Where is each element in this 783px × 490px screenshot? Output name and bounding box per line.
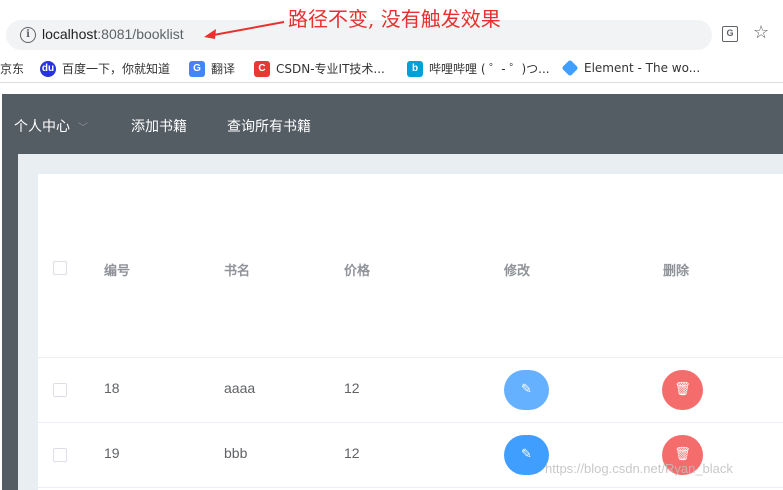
book-table: 编号 书名 价格 修改 删除 18 aaaa 12 ✎ 🗑 19 bbb 12 … [38, 174, 783, 490]
element-icon [561, 59, 579, 77]
bookmark-csdn[interactable]: C CSDN-专业IT技术... [254, 60, 385, 77]
url-path: :8081/booklist [97, 26, 184, 42]
csdn-icon: C [254, 60, 270, 77]
bookmark-bilibili[interactable]: b 哔哩哔哩 ( ゜- ゜)つ... [407, 60, 550, 77]
cell-id: 19 [104, 445, 120, 461]
bookmark-element[interactable]: Element - The wo... [561, 59, 701, 77]
table-header: 编号 书名 价格 修改 删除 [38, 174, 783, 358]
bookmark-label: 翻译 [211, 62, 236, 76]
url-text[interactable]: localhost:8081/booklist [42, 26, 184, 42]
table-row: 19 bbb 12 ✎ 🗑 [38, 423, 783, 488]
select-all-checkbox[interactable] [53, 261, 67, 275]
bilibili-icon: b [407, 60, 423, 77]
delete-icon: 🗑 [674, 447, 691, 462]
cell-name: bbb [224, 445, 248, 461]
cell-price: 12 [344, 445, 360, 461]
screenshot: i localhost:8081/booklist G ☆ 路径不变, 没有触发… [0, 0, 783, 490]
bookmark-baidu[interactable]: du 百度一下，你就知道 [40, 60, 170, 77]
row-checkbox[interactable] [53, 448, 67, 462]
url-host: localhost [42, 26, 98, 42]
nav-personal-center[interactable]: 个人中心 ﹀ [14, 116, 88, 136]
cell-price: 12 [344, 380, 360, 396]
delete-button[interactable]: 🗑 [662, 370, 703, 410]
annotation-text: 路径不变, 没有触发效果 [288, 7, 501, 31]
bookmark-translate[interactable]: G 翻译 [189, 60, 235, 77]
annotation-arrow-icon [204, 21, 285, 39]
nav-label: 添加书籍 [131, 119, 187, 135]
bookmark-label: 哔哩哔哩 ( ゜- ゜)つ... [429, 62, 550, 76]
nav-label: 查询所有书籍 [227, 119, 311, 135]
bookmark-label: CSDN-专业IT技术... [276, 62, 385, 76]
app-navbar: 个人中心 ﹀ 添加书籍 查询所有书籍 [2, 94, 783, 154]
bookmark-label: 京东 [0, 62, 25, 76]
nav-add-book[interactable]: 添加书籍 [131, 116, 187, 136]
header-edit: 修改 [504, 264, 531, 279]
header-delete: 删除 [663, 264, 690, 279]
delete-icon: 🗑 [674, 382, 691, 397]
edit-button[interactable]: ✎ [504, 370, 549, 410]
translate-icon[interactable]: G [722, 26, 738, 42]
bookmarks-bar: 京东 du 百度一下，你就知道 G 翻译 C CSDN-专业IT技术... b … [0, 55, 783, 83]
nav-query-books[interactable]: 查询所有书籍 [227, 116, 311, 136]
watermark: https://blog.csdn.net/Ryan_black [545, 461, 733, 476]
edit-icon: ✎ [521, 382, 532, 397]
baidu-icon: du [40, 60, 56, 77]
header-price: 价格 [344, 264, 371, 279]
browser-toolbar: i localhost:8081/booklist G ☆ 路径不变, 没有触发… [0, 0, 783, 55]
nav-label: 个人中心 [14, 119, 70, 135]
bookmark-label: 百度一下，你就知道 [62, 62, 171, 76]
bookmark-label: Element - The wo... [584, 61, 701, 75]
table-row: 18 aaaa 12 ✎ 🗑 [38, 358, 783, 423]
row-checkbox[interactable] [53, 383, 67, 397]
chevron-down-icon: ﹀ [78, 123, 88, 134]
cell-name: aaaa [224, 380, 256, 396]
header-name: 书名 [224, 264, 251, 279]
cell-id: 18 [104, 380, 120, 396]
google-translate-icon: G [189, 60, 205, 77]
edit-icon: ✎ [521, 447, 532, 462]
info-icon[interactable]: i [20, 27, 36, 43]
bookmark-jd[interactable]: 京东 [0, 60, 24, 77]
edit-button[interactable]: ✎ [504, 435, 549, 475]
star-icon[interactable]: ☆ [753, 22, 769, 43]
header-id: 编号 [104, 264, 131, 279]
